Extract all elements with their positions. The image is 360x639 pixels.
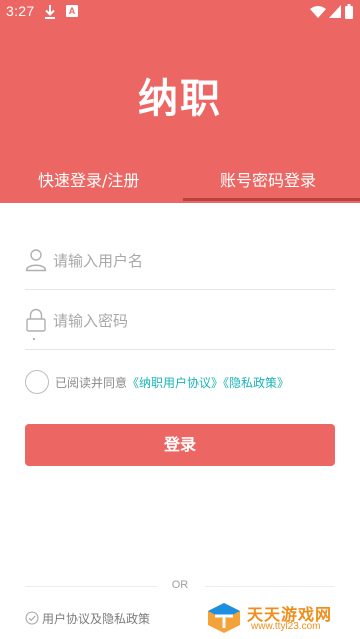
tab-account-login[interactable]: 账号密码登录 [220, 167, 316, 191]
or-divider-left [25, 586, 157, 587]
privacy-agreement-label: 用户协议及隐私政策 [42, 612, 151, 626]
wifi-icon [310, 6, 326, 18]
check-circle-icon [25, 611, 39, 625]
username-field [25, 232, 335, 290]
lock-icon [26, 308, 46, 332]
watermark: 天天游戏网 www.ttyl23.com [207, 600, 357, 636]
decorative-dot [33, 338, 35, 340]
watermark-url: www.ttyl23.com [251, 621, 321, 632]
tab-quick-login[interactable]: 快速登录/注册 [38, 167, 139, 191]
app-title: 纳职 [138, 76, 222, 122]
agreement-checkbox[interactable] [25, 370, 49, 394]
agreement-text: 已阅读并同意《纳职用户协议》《隐私政策》 [55, 374, 289, 391]
status-time: 3:27 [6, 3, 35, 19]
signal-icon [329, 5, 341, 18]
agreement-row: 已阅读并同意《纳职用户协议》《隐私政策》 [25, 370, 345, 396]
user-icon [25, 249, 47, 272]
battery-icon [345, 4, 353, 19]
watermark-logo [208, 603, 240, 633]
a-notification-icon: A [66, 5, 78, 17]
or-label: OR [171, 579, 189, 591]
download-icon [45, 5, 55, 19]
status-bar: 3:27 A [0, 0, 360, 24]
or-divider-right [205, 586, 335, 587]
privacy-policy-link[interactable]: 《隐私政策》 [223, 376, 289, 390]
tab-active-indicator [183, 198, 360, 201]
password-field [25, 292, 335, 350]
username-input[interactable] [53, 249, 323, 273]
user-agreement-link[interactable]: 《纳职用户协议》 [127, 376, 223, 390]
agreement-prefix: 已阅读并同意 [55, 376, 128, 390]
header-banner: 3:27 A 纳职 快速登录/注册 账号密码登录 [0, 0, 360, 203]
login-button[interactable]: 登录 [25, 424, 335, 466]
password-input[interactable] [53, 309, 323, 333]
